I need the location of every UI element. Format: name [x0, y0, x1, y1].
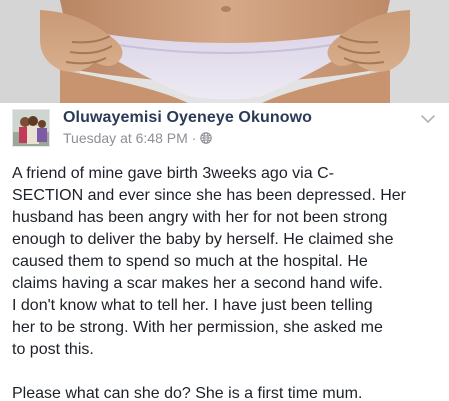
facebook-post-screenshot: Oluwayemisi Oyeneye Okunowo Tuesday at 6… [0, 0, 449, 401]
post-body-line: husband has been angry with her for not … [12, 209, 388, 226]
post-body-line: caused them to spend so much at the hosp… [12, 253, 368, 270]
post-meta: Tuesday at 6:48 PM · [63, 130, 213, 146]
post-closing-line: Please what can she do? She is a first t… [12, 385, 363, 401]
chevron-down-icon[interactable] [420, 113, 436, 125]
post-timestamp[interactable]: Tuesday at 6:48 PM [63, 130, 188, 146]
avatar-image [13, 110, 49, 146]
post-body-line: her to be strong. With her permission, s… [12, 319, 383, 336]
post-body-line: to post this. [12, 341, 94, 358]
post-body-line: A friend of mine gave birth 3weeks ago v… [12, 165, 334, 182]
post-body-line: enough to deliver the baby by herself. H… [12, 231, 394, 248]
post-body: A friend of mine gave birth 3weeks ago v… [12, 163, 444, 401]
post-body-line: SECTION and ever since she has been depr… [12, 187, 406, 204]
post-body-line: claims having a scar makes her a second … [12, 275, 383, 292]
globe-icon[interactable] [200, 132, 213, 144]
post-body-line: I don't know what to tell her. I have ju… [12, 297, 373, 314]
post-photo-graphic [0, 0, 449, 103]
author-name[interactable]: Oluwayemisi Oyeneye Okunowo [63, 108, 312, 128]
post-photo[interactable] [0, 0, 449, 103]
meta-separator: · [191, 130, 197, 146]
post-card: Oluwayemisi Oyeneye Okunowo Tuesday at 6… [0, 103, 449, 401]
avatar[interactable] [12, 109, 50, 147]
